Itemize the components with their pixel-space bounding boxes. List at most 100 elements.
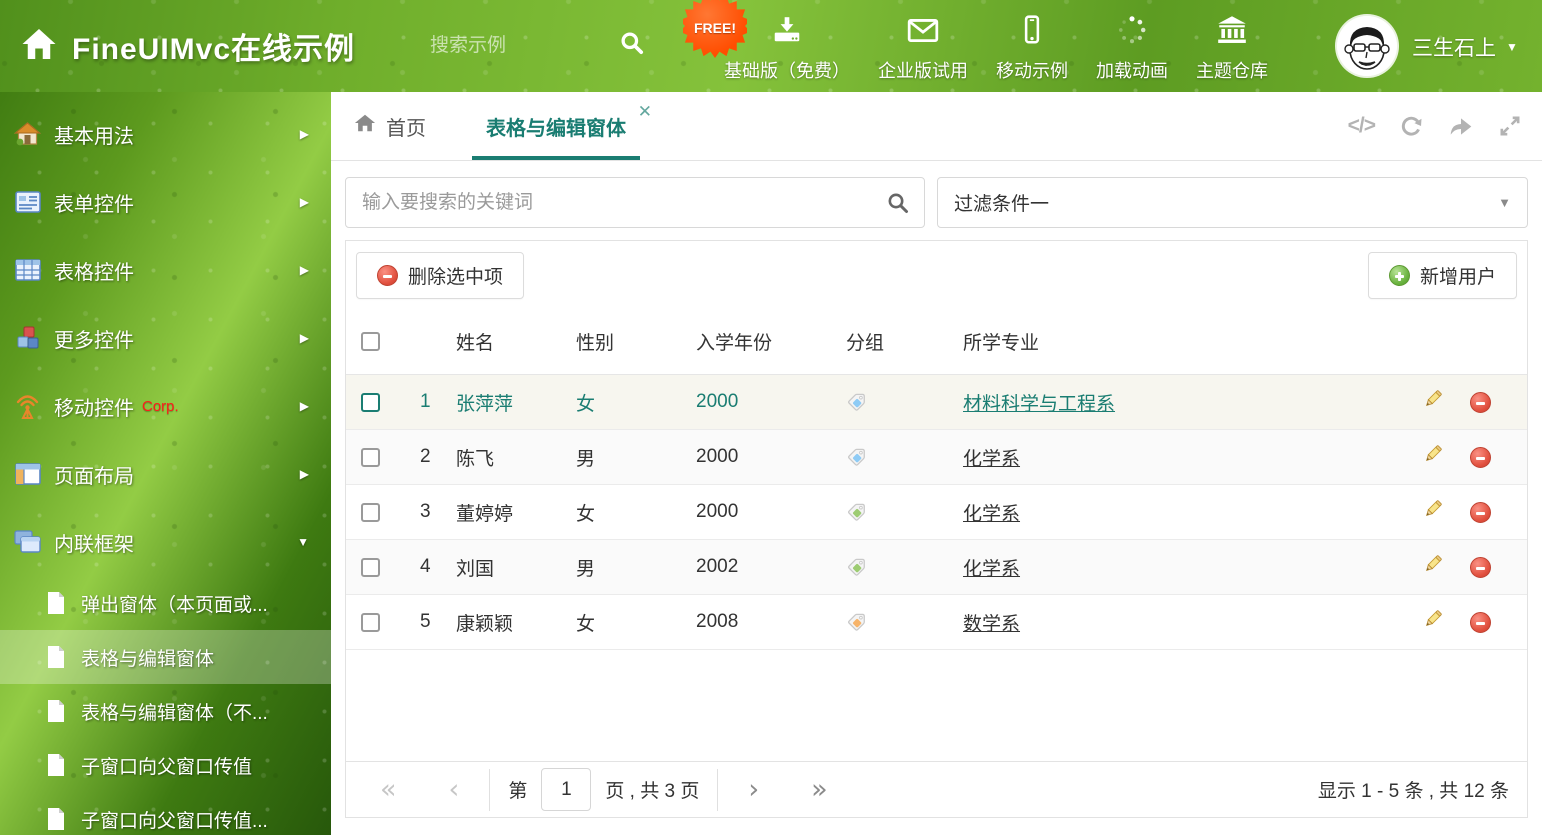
- column-group[interactable]: 分组: [846, 328, 963, 355]
- cell-name: 康颖颖: [456, 609, 576, 636]
- major-link[interactable]: 材料科学与工程系: [963, 389, 1115, 416]
- cell-name: 张萍萍: [456, 389, 576, 416]
- sidebar-subitem-grid-edit-window-alt[interactable]: 表格与编辑窗体（不...: [0, 684, 331, 738]
- delete-row-icon[interactable]: [1470, 612, 1491, 633]
- sidebar-item-form-controls[interactable]: 表单控件 ▶: [0, 168, 331, 236]
- row-checkbox[interactable]: [361, 448, 380, 467]
- table-row[interactable]: 2 陈飞 男 2000 化学系: [346, 430, 1527, 485]
- sidebar-item-inline-frame[interactable]: 内联框架 ▼: [0, 508, 331, 576]
- delete-row-icon[interactable]: [1470, 447, 1491, 468]
- sidebar-subitem-label: 表格与编辑窗体（不...: [81, 698, 268, 725]
- table-row[interactable]: 4 刘国 男 2002 化学系: [346, 540, 1527, 595]
- column-year[interactable]: 入学年份: [696, 328, 846, 355]
- column-name[interactable]: 姓名: [456, 328, 576, 355]
- table-row[interactable]: 5 康颖颖 女 2008 数学系: [346, 595, 1527, 650]
- sidebar-item-mobile-controls[interactable]: 移动控件 Corp. ▶: [0, 372, 331, 440]
- edit-pencil-icon[interactable]: [1422, 608, 1444, 636]
- row-checkbox[interactable]: [361, 503, 380, 522]
- file-icon: [45, 645, 67, 669]
- sidebar-subitem-grid-edit-window[interactable]: 表格与编辑窗体: [0, 630, 331, 684]
- row-checkbox[interactable]: [361, 613, 380, 632]
- user-menu[interactable]: 三生石上 ▼: [1412, 32, 1518, 62]
- nav-item-basic-edition[interactable]: 基础版（免费）: [724, 14, 850, 83]
- edit-pencil-icon[interactable]: [1422, 498, 1444, 526]
- first-page-button[interactable]: «: [380, 776, 397, 803]
- user-avatar[interactable]: [1337, 16, 1397, 76]
- chevron-right-icon: ▶: [300, 195, 309, 209]
- cubes-icon: [14, 325, 41, 351]
- tab-grid-edit-window[interactable]: 表格与编辑窗体 ✕: [472, 92, 640, 160]
- page-number-input[interactable]: [541, 768, 591, 811]
- chevron-down-icon: ▼: [297, 535, 309, 549]
- download-icon: [771, 14, 803, 51]
- keyword-search-box: [345, 177, 925, 228]
- nav-item-enterprise-trial[interactable]: 企业版试用: [878, 14, 968, 83]
- prev-page-button[interactable]: ‹: [449, 776, 460, 803]
- sidebar-subitem-label: 子窗口向父窗口传值...: [81, 806, 268, 833]
- table-header: 姓名 性别 入学年份 分组 所学专业: [346, 309, 1527, 375]
- sidebar-item-more-controls[interactable]: 更多控件 ▶: [0, 304, 331, 372]
- row-checkbox[interactable]: [361, 558, 380, 577]
- close-icon[interactable]: ✕: [638, 102, 652, 122]
- sidebar-subitem-child-to-parent[interactable]: 子窗口向父窗口传值: [0, 738, 331, 792]
- logo[interactable]: FineUIMvc在线示例: [20, 24, 355, 68]
- pager-divider: [717, 769, 718, 811]
- delete-row-icon[interactable]: [1470, 502, 1491, 523]
- table-row[interactable]: 3 董婷婷 女 2000 化学系: [346, 485, 1527, 540]
- cell-name: 刘国: [456, 554, 576, 581]
- frames-icon: [14, 530, 41, 554]
- antenna-icon: [14, 393, 41, 419]
- header-search[interactable]: 搜索示例: [430, 30, 645, 57]
- sidebar-item-label: 基本用法: [54, 120, 134, 149]
- sidebar-item-grid-controls[interactable]: 表格控件 ▶: [0, 236, 331, 304]
- last-page-button[interactable]: »: [811, 776, 828, 803]
- row-checkbox[interactable]: [361, 393, 380, 412]
- edit-pencil-icon[interactable]: [1422, 443, 1444, 471]
- refresh-button[interactable]: [1399, 114, 1424, 139]
- expand-button[interactable]: [1498, 114, 1522, 138]
- edit-pencil-icon[interactable]: [1422, 388, 1444, 416]
- sidebar-item-label: 表格控件: [54, 256, 134, 285]
- chevron-right-icon: ▶: [300, 263, 309, 277]
- edit-pencil-icon[interactable]: [1422, 553, 1444, 581]
- sidebar-subitem-popup-window[interactable]: 弹出窗体（本页面或...: [0, 576, 331, 630]
- select-all-checkbox[interactable]: [361, 332, 380, 351]
- major-link[interactable]: 化学系: [963, 444, 1020, 471]
- major-link[interactable]: 化学系: [963, 499, 1020, 526]
- source-code-button[interactable]: </>: [1348, 114, 1375, 138]
- nav-item-mobile-demo[interactable]: 移动示例: [996, 14, 1068, 83]
- home-colored-icon: [14, 121, 41, 147]
- row-number: 3: [406, 501, 456, 523]
- file-icon: [45, 699, 67, 723]
- nav-item-theme-repo[interactable]: 主题仓库: [1196, 14, 1268, 83]
- forward-button[interactable]: [1448, 114, 1474, 138]
- search-icon[interactable]: [886, 191, 910, 220]
- nav-item-loading-animation[interactable]: 加载动画: [1096, 14, 1168, 83]
- home-icon: [353, 112, 377, 140]
- table-row[interactable]: 1 张萍萍 女 2000 材料科学与工程系: [346, 375, 1527, 430]
- delete-selected-button[interactable]: 删除选中项: [356, 252, 524, 299]
- sidebar-item-page-layout[interactable]: 页面布局 ▶: [0, 440, 331, 508]
- major-link[interactable]: 数学系: [963, 609, 1020, 636]
- filter-row: 过滤条件一 ▼: [345, 177, 1528, 228]
- column-gender[interactable]: 性别: [576, 328, 696, 355]
- sidebar-item-label: 内联框架: [54, 528, 134, 557]
- corp-badge: Corp.: [142, 398, 179, 415]
- sidebar-item-basic-usage[interactable]: 基本用法 ▶: [0, 100, 331, 168]
- grid-empty-space: [346, 650, 1527, 761]
- delete-row-icon[interactable]: [1470, 392, 1491, 413]
- mobile-icon: [1016, 14, 1048, 51]
- tab-home[interactable]: 首页: [347, 92, 432, 160]
- column-major[interactable]: 所学专业: [963, 328, 1412, 355]
- add-user-button[interactable]: 新增用户: [1368, 252, 1517, 299]
- grid-panel: 删除选中项 新增用户 姓名 性别 入学年份 分组: [345, 240, 1528, 818]
- tab-bar: 首页 表格与编辑窗体 ✕ </>: [331, 92, 1542, 161]
- search-icon[interactable]: [469, 30, 645, 61]
- delete-row-icon[interactable]: [1470, 557, 1491, 578]
- next-page-button[interactable]: ›: [748, 776, 759, 803]
- major-link[interactable]: 化学系: [963, 554, 1020, 581]
- filter-dropdown[interactable]: 过滤条件一 ▼: [937, 177, 1528, 228]
- user-name: 三生石上: [1412, 32, 1496, 62]
- keyword-search-input[interactable]: [346, 178, 924, 227]
- sidebar-subitem-child-to-parent-alt[interactable]: 子窗口向父窗口传值...: [0, 792, 331, 835]
